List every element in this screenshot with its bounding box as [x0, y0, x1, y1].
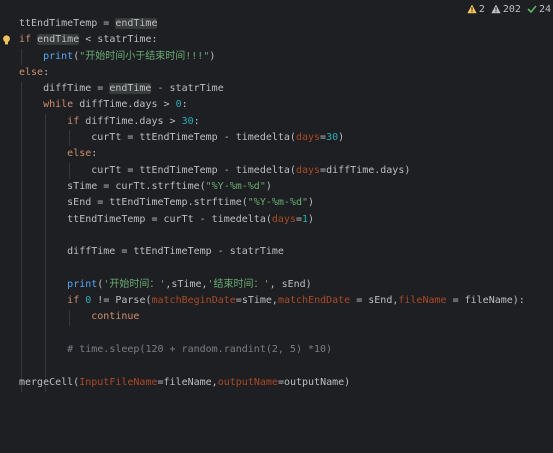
- code-line[interactable]: diffTime = ttEndTimeTemp - statrTime: [0, 244, 553, 260]
- typos-count: 24: [538, 3, 551, 15]
- code-line[interactable]: ttEndTimeTemp = endTime: [0, 16, 553, 32]
- code-line[interactable]: [0, 358, 553, 374]
- code-line[interactable]: if endTime < statrTime:: [0, 32, 553, 48]
- code-line[interactable]: # time.sleep(120 + random.randint(2, 5) …: [0, 342, 553, 358]
- code-line[interactable]: while diffTime.days > 0:: [0, 97, 553, 113]
- warnings-indicator[interactable]: 2: [467, 4, 485, 15]
- code-line[interactable]: else:: [0, 146, 553, 162]
- code-line[interactable]: sEnd = ttEndTimeTemp.strftime("%Y-%m-%d"…: [0, 195, 553, 211]
- code-line[interactable]: print("开始时间小于结束时间!!!"): [0, 49, 553, 65]
- code-line[interactable]: mergeCell(InputFileName=fileName,outputN…: [0, 375, 553, 391]
- typo-check-icon: [527, 5, 537, 14]
- code-line[interactable]: ttEndTimeTemp = curTt - timedelta(days=1…: [0, 212, 553, 228]
- code-line[interactable]: curTt = ttEndTimeTemp - timedelta(days=3…: [0, 130, 553, 146]
- warning-icon: [467, 4, 477, 14]
- code-editor[interactable]: ttEndTimeTemp = endTime if endTime < sta…: [0, 16, 553, 453]
- code-line[interactable]: continue: [0, 309, 553, 325]
- weak-warnings-count: 202: [502, 3, 521, 15]
- inspection-status-bar[interactable]: 2 202 24: [467, 2, 553, 16]
- code-line[interactable]: diffTime = endTime - statrTime: [0, 81, 553, 97]
- weak-warning-icon: [491, 4, 501, 14]
- code-line[interactable]: if diffTime.days > 30:: [0, 114, 553, 130]
- code-line[interactable]: if 0 != Parse(matchBeginDate=sTime,match…: [0, 293, 553, 309]
- code-line[interactable]: sTime = curTt.strftime("%Y-%m-%d"): [0, 179, 553, 195]
- code-line[interactable]: curTt = ttEndTimeTemp - timedelta(days=d…: [0, 163, 553, 179]
- typos-indicator[interactable]: 24: [527, 4, 551, 15]
- weak-warnings-indicator[interactable]: 202: [491, 4, 521, 15]
- code-line[interactable]: [0, 326, 553, 342]
- code-line[interactable]: [0, 260, 553, 276]
- code-line[interactable]: print('开始时间：',sTime,'结束时间：', sEnd): [0, 277, 553, 293]
- editor-scrollbar[interactable]: [547, 16, 553, 453]
- code-line[interactable]: else:: [0, 65, 553, 81]
- code-line[interactable]: [0, 228, 553, 244]
- warnings-count: 2: [478, 3, 485, 15]
